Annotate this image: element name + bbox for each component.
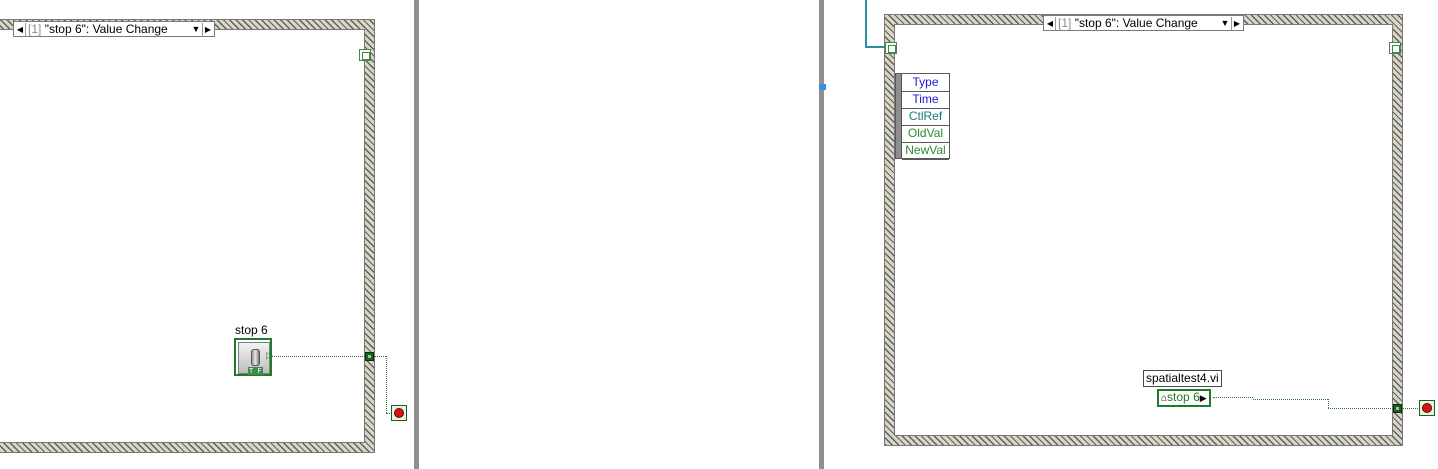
case-selector-text: [1] "stop 6": Value Change — [1058, 16, 1198, 30]
case-selector-left[interactable]: ◀ [1] "stop 6": Value Change ▼ ▶ — [13, 21, 215, 37]
tunnel-node[interactable] — [1393, 404, 1402, 413]
wire-segment[interactable] — [1253, 399, 1328, 400]
event-data-field[interactable]: CtlRef — [902, 108, 949, 126]
vi-name-text: spatialtest4.vi — [1143, 370, 1222, 387]
switch-knob-icon — [251, 349, 260, 366]
blue-wire-segment[interactable] — [865, 46, 885, 48]
case-index: [1] — [28, 22, 42, 36]
separator-right — [819, 0, 824, 469]
wire-segment[interactable] — [1402, 408, 1420, 409]
event-data-tunnel-icon[interactable] — [359, 49, 371, 61]
increment-arrow-icon[interactable]: ▶ — [202, 23, 213, 36]
case-label: "stop 6": Value Change — [44, 22, 168, 36]
case-selector-text: [1] "stop 6": Value Change — [28, 22, 168, 36]
vi-name-label: spatialtest4.vi — [1143, 370, 1222, 387]
output-arrow-icon: ▶ — [1199, 393, 1207, 403]
event-data-node[interactable]: Type Time CtlRef OldVal NewVal — [895, 73, 950, 160]
event-data-field[interactable]: OldVal — [902, 125, 949, 143]
separator-left — [414, 0, 419, 469]
stop-condition-icon[interactable] — [391, 405, 407, 421]
splitter-marker[interactable] — [819, 84, 826, 90]
event-structure-left — [0, 20, 374, 452]
tunnel-node[interactable] — [365, 352, 374, 361]
increment-arrow-icon[interactable]: ▶ — [1231, 17, 1242, 30]
control-label: stop 6 — [235, 323, 268, 337]
case-selector-right[interactable]: ◀ [1] "stop 6": Value Change ▼ ▶ — [1043, 15, 1244, 31]
wire-segment[interactable] — [374, 356, 386, 357]
decrement-arrow-icon[interactable]: ◀ — [15, 23, 26, 36]
event-data-tunnel-icon[interactable] — [885, 42, 897, 54]
event-data-field[interactable]: Time — [902, 91, 949, 109]
event-data-field[interactable]: Type — [902, 74, 949, 92]
global-variable-node[interactable]: ⌂stop 6▶ — [1157, 389, 1211, 407]
tf-badge: T F — [248, 367, 263, 375]
wire-segment[interactable] — [1213, 397, 1253, 398]
case-label: "stop 6": Value Change — [1074, 16, 1198, 30]
wire-segment[interactable] — [1328, 399, 1329, 408]
event-data-field[interactable]: NewVal — [902, 142, 949, 160]
wire-segment[interactable] — [272, 356, 365, 357]
global-ref-label: stop 6 — [1167, 390, 1200, 404]
dropdown-arrow-icon[interactable]: ▼ — [1220, 17, 1230, 30]
stop-condition-icon[interactable] — [1419, 400, 1435, 416]
case-index: [1] — [1058, 16, 1072, 30]
decrement-arrow-icon[interactable]: ◀ — [1045, 17, 1056, 30]
dropdown-arrow-icon[interactable]: ▼ — [191, 23, 201, 36]
wire-segment[interactable] — [1328, 408, 1393, 409]
event-data-tunnel-icon[interactable] — [1389, 42, 1401, 54]
wire-segment[interactable] — [386, 356, 387, 413]
blue-wire-segment[interactable] — [865, 0, 867, 48]
